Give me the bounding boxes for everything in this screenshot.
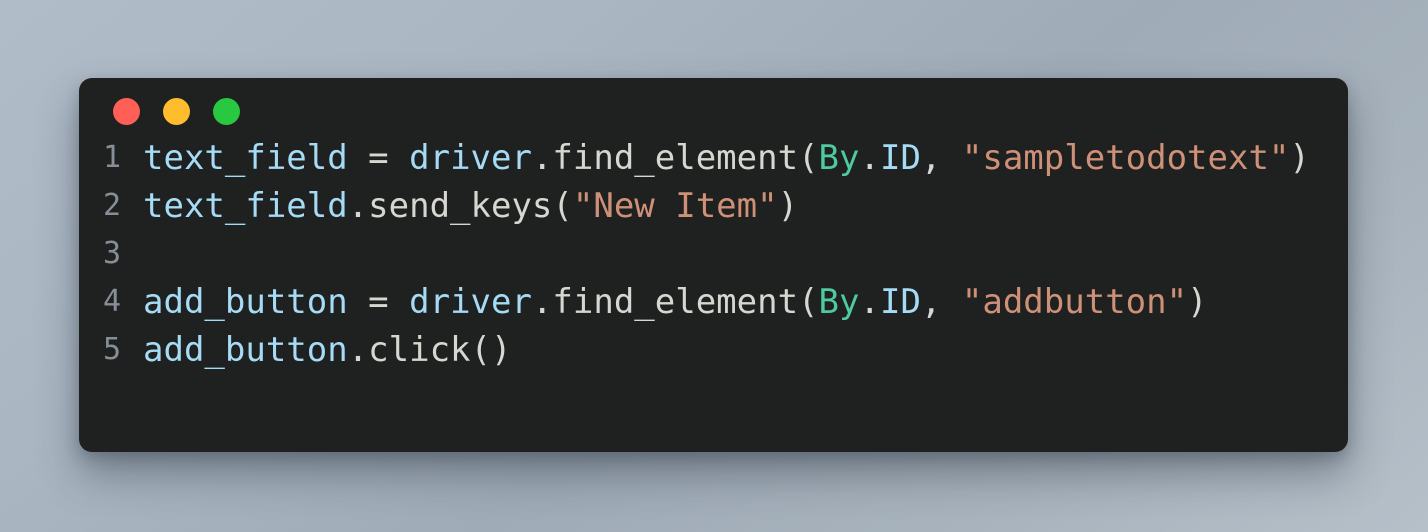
code-line[interactable]: 5 add_button.click(): [79, 326, 1348, 374]
code-window: 1 text_field = driver.find_element(By.ID,…: [79, 78, 1348, 452]
code-token-string: "addbutton": [961, 282, 1188, 322]
code-token-string: "New Item": [572, 186, 778, 226]
code-token-punct: ): [1187, 282, 1208, 322]
minimize-window-button[interactable]: [163, 98, 190, 125]
code-line[interactable]: 2 text_field.send_keys("New Item"): [79, 182, 1348, 230]
code-token-plain: ,: [920, 282, 962, 322]
code-token-var: text_field: [143, 138, 348, 178]
code-line-text: add_button.click(): [143, 326, 1348, 374]
code-token-plain: .click(): [347, 330, 512, 370]
line-number: 5: [102, 332, 121, 367]
code-token-plain: .find_element(: [531, 282, 819, 322]
code-token-var: text_field: [143, 186, 348, 226]
line-number: 3: [102, 236, 121, 271]
code-token-string: "sampletodotext": [961, 138, 1290, 178]
code-token-punct: ): [1289, 138, 1310, 178]
code-token-plain: =: [347, 138, 410, 178]
close-window-button[interactable]: [113, 98, 140, 125]
code-token-class: By: [818, 138, 860, 178]
code-token-plain: .find_element(: [531, 138, 819, 178]
code-token-plain: =: [347, 282, 410, 322]
line-number: 4: [102, 284, 121, 319]
code-token-var: add_button: [143, 282, 348, 322]
code-line-text: add_button = driver.find_element(By.ID, …: [143, 278, 1348, 326]
code-token-punct: .: [859, 282, 880, 322]
code-token-punct: .: [859, 138, 880, 178]
code-token-punct: ): [777, 186, 799, 226]
code-token-prop: ID: [879, 138, 921, 178]
code-editor[interactable]: 1 text_field = driver.find_element(By.ID,…: [79, 134, 1348, 452]
code-token-var: driver: [409, 282, 532, 322]
zoom-window-button[interactable]: [213, 98, 240, 125]
code-token-prop: ID: [879, 282, 921, 322]
code-line[interactable]: 3: [79, 230, 1348, 278]
code-token-plain: .send_keys(: [347, 186, 573, 226]
page-background: 1 text_field = driver.find_element(By.ID,…: [0, 0, 1428, 532]
line-number: 2: [102, 188, 121, 223]
code-token-var: add_button: [143, 330, 348, 370]
code-token-var: driver: [409, 138, 532, 178]
line-number: 1: [102, 140, 121, 175]
code-line-text: text_field = driver.find_element(By.ID, …: [143, 134, 1348, 182]
code-token-plain: ,: [920, 138, 962, 178]
window-titlebar: [79, 78, 1348, 134]
code-line[interactable]: 4 add_button = driver.find_element(By.ID,…: [79, 278, 1348, 326]
code-line[interactable]: 1 text_field = driver.find_element(By.ID,…: [79, 134, 1348, 182]
code-token-class: By: [818, 282, 860, 322]
code-line-text: text_field.send_keys("New Item"): [143, 182, 1348, 230]
